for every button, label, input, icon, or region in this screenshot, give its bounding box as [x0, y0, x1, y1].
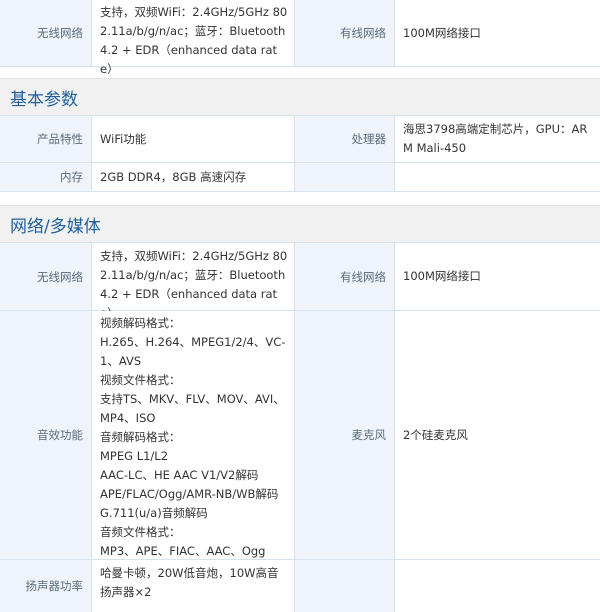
spec-label: 音效功能	[0, 311, 92, 559]
spec-value: 支持，双频WiFi：2.4GHz/5GHz 802.11a/b/g/n/ac；蓝…	[92, 0, 295, 76]
spec-label	[295, 163, 395, 191]
spec-label: 有线网络	[295, 243, 395, 310]
spec-row-audio: 音效功能 视频解码格式： H.265、H.264、MPEG1/2/4、VC-1、…	[0, 311, 600, 560]
spec-label: 无线网络	[0, 243, 92, 310]
spec-value: 2GB DDR4，8GB 高速闪存	[92, 163, 295, 191]
audio-line: G.711(u/a)音频解码	[100, 506, 208, 520]
spec-value-audio: 视频解码格式： H.265、H.264、MPEG1/2/4、VC-1、AVS 视…	[92, 311, 295, 559]
section-title-network: 网络/多媒体	[0, 205, 600, 243]
spec-value: 海思3798高端定制芯片，GPU：ARM Mali-450	[395, 116, 600, 162]
spec-value: 100M网络接口	[395, 0, 600, 66]
spec-row-speaker: 扬声器功率 哈曼卡顿，20W低音炮，10W高音扬声器×2	[0, 560, 600, 612]
audio-line: H.265、H.264、MPEG1/2/4、VC-1、AVS	[100, 335, 286, 368]
spec-row-product: 产品特性 WiFi功能 处理器 海思3798高端定制芯片，GPU：ARM Mal…	[0, 116, 600, 163]
audio-line: 音频文件格式：	[100, 525, 181, 539]
section-gap	[0, 192, 600, 205]
audio-line: 视频文件格式：	[100, 373, 181, 387]
audio-line: 音频解码格式：	[100, 430, 181, 444]
spec-value: 支持，双频WiFi：2.4GHz/5GHz 802.11a/b/g/n/ac；蓝…	[92, 243, 295, 320]
section-gap	[0, 67, 600, 78]
spec-value	[395, 163, 600, 191]
spec-value: 2个硅麦克风	[395, 311, 600, 559]
spec-row-memory: 内存 2GB DDR4，8GB 高速闪存	[0, 163, 600, 192]
section-title-basic: 基本参数	[0, 78, 600, 116]
spec-label: 内存	[0, 163, 92, 191]
spec-value: 哈曼卡顿，20W低音炮，10W高音扬声器×2	[92, 560, 295, 612]
spec-label: 有线网络	[295, 0, 395, 66]
spec-value	[395, 560, 600, 612]
spec-label	[295, 560, 395, 612]
spec-label: 麦克风	[295, 311, 395, 559]
spec-label: 产品特性	[0, 116, 92, 162]
spec-label: 扬声器功率	[0, 560, 92, 612]
audio-line: APE/FLAC/Ogg/AMR-NB/WB解码	[100, 487, 279, 501]
audio-line: 视频解码格式：	[100, 316, 181, 330]
spec-label: 处理器	[295, 116, 395, 162]
audio-line: 支持TS、MKV、FLV、MOV、AVI、MP4、ISO	[100, 392, 285, 425]
spec-row-wireless: 无线网络 支持，双频WiFi：2.4GHz/5GHz 802.11a/b/g/n…	[0, 243, 600, 320]
spec-value: WiFi功能	[92, 116, 295, 162]
spec-row-wireless-top: 无线网络 支持，双频WiFi：2.4GHz/5GHz 802.11a/b/g/n…	[0, 0, 600, 76]
audio-line: MP3、APE、FIAC、AAC、Ogg	[100, 544, 266, 558]
audio-line: MPEG L1/L2	[100, 449, 169, 463]
spec-value: 100M网络接口	[395, 243, 600, 310]
audio-line: AAC-LC、HE AAC V1/V2解码	[100, 468, 259, 482]
spec-label: 无线网络	[0, 0, 92, 66]
